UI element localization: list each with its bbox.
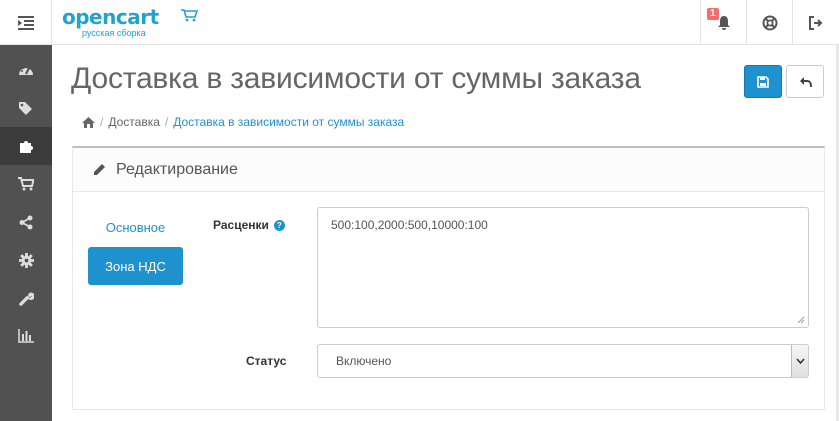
dashboard-icon bbox=[19, 65, 33, 75]
menu-indent-icon bbox=[17, 15, 34, 30]
notification-badge: 1 bbox=[707, 8, 719, 20]
sidebar-item-sales[interactable] bbox=[0, 165, 52, 203]
logo-cart-icon bbox=[181, 9, 198, 22]
top-header: opencart русская сборка 1 bbox=[0, 0, 839, 45]
breadcrumb-separator: / bbox=[164, 115, 169, 129]
cart-icon bbox=[18, 177, 34, 191]
reply-icon bbox=[799, 76, 812, 87]
gear-icon bbox=[18, 252, 34, 268]
pencil-icon bbox=[94, 164, 105, 175]
page-title: Доставка в зависимости от суммы заказа bbox=[71, 62, 641, 95]
status-select[interactable]: Включено bbox=[317, 344, 809, 378]
sidebar-item-marketing[interactable] bbox=[0, 203, 52, 241]
sidebar-item-extensions[interactable] bbox=[0, 127, 52, 165]
share-icon bbox=[19, 215, 33, 229]
panel-heading: Редактирование bbox=[73, 148, 824, 192]
sidebar-item-reports[interactable] bbox=[0, 317, 52, 355]
rates-textarea[interactable]: 500:100,2000:500,10000:100 bbox=[317, 207, 809, 328]
sidebar-item-settings[interactable] bbox=[0, 241, 52, 279]
save-button[interactable] bbox=[744, 65, 782, 98]
breadcrumb-separator: / bbox=[100, 115, 104, 129]
logo-text: opencart bbox=[62, 5, 159, 29]
menu-toggle-button[interactable] bbox=[0, 0, 52, 45]
tab-general[interactable]: Основное bbox=[88, 215, 183, 239]
status-label: Статус bbox=[246, 354, 287, 368]
select-arrow[interactable] bbox=[791, 345, 808, 377]
back-button[interactable] bbox=[786, 65, 824, 98]
sidebar-item-system[interactable] bbox=[0, 279, 52, 317]
lifebuoy-icon bbox=[762, 15, 777, 30]
chevron-down-icon bbox=[795, 358, 805, 364]
home-icon[interactable] bbox=[82, 116, 95, 128]
tags-icon bbox=[19, 101, 32, 115]
sidebar-item-dashboard[interactable] bbox=[0, 51, 52, 89]
sign-out-icon bbox=[808, 15, 822, 30]
help-button[interactable] bbox=[746, 0, 792, 45]
rates-label: Расценки ? bbox=[213, 218, 285, 232]
panel-title: Редактирование bbox=[116, 160, 238, 178]
wrench-icon bbox=[18, 292, 34, 306]
rates-label-text: Расценки bbox=[213, 218, 269, 232]
bell-icon bbox=[717, 15, 730, 30]
logo-subtext: русская сборка bbox=[82, 28, 146, 38]
bar-chart-icon bbox=[18, 329, 34, 343]
breadcrumb-item-current[interactable]: Доставка в зависимости от суммы заказа bbox=[173, 115, 404, 129]
tab-tax-zone[interactable]: Зона НДС bbox=[88, 247, 183, 285]
notifications-button[interactable]: 1 bbox=[700, 0, 746, 45]
breadcrumb-item-shipping[interactable]: Доставка bbox=[108, 115, 160, 129]
save-icon bbox=[757, 75, 769, 88]
status-select-value: Включено bbox=[336, 354, 392, 368]
puzzle-icon bbox=[20, 141, 33, 153]
breadcrumb: / Доставка / Доставка в зависимости от с… bbox=[82, 115, 404, 129]
resize-grip-icon[interactable] bbox=[796, 315, 805, 324]
opencart-logo[interactable]: opencart русская сборка bbox=[62, 5, 198, 38]
help-question-icon[interactable]: ? bbox=[273, 219, 285, 231]
logout-button[interactable] bbox=[792, 0, 838, 45]
sidebar-item-catalog[interactable] bbox=[0, 89, 52, 127]
